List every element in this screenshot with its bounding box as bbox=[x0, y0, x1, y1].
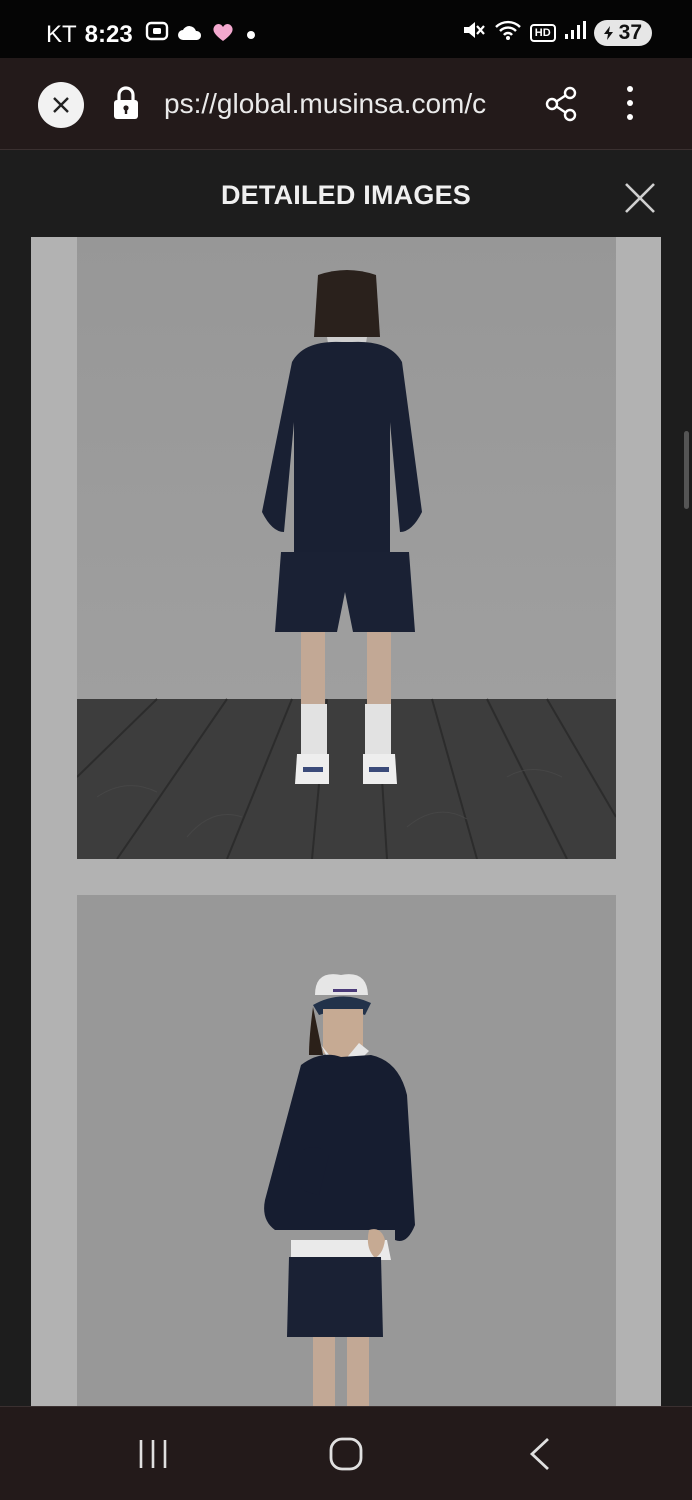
close-icon bbox=[625, 183, 655, 213]
dot-icon bbox=[243, 21, 259, 49]
scrollbar-thumb[interactable] bbox=[684, 431, 689, 509]
clock-time: 8:23 bbox=[84, 20, 133, 48]
cloud-icon bbox=[177, 21, 203, 49]
more-vert-icon[interactable] bbox=[620, 86, 640, 124]
status-right: HD 37 bbox=[462, 19, 652, 47]
wifi-icon bbox=[494, 19, 522, 47]
modal-title: DETAILED IMAGES bbox=[220, 180, 471, 210]
close-icon bbox=[53, 97, 69, 113]
close-tab-button[interactable] bbox=[38, 82, 84, 128]
home-icon bbox=[329, 1437, 363, 1471]
modal-header: DETAILED IMAGES bbox=[0, 151, 692, 237]
detailed-images-panel[interactable] bbox=[31, 237, 661, 1406]
lock-icon[interactable] bbox=[112, 85, 140, 126]
address-bar-url[interactable]: ps://global.musinsa.com/c bbox=[164, 88, 516, 120]
browser-toolbar: ps://global.musinsa.com/c bbox=[0, 58, 692, 150]
status-bar: KT 8:23 HD 37 bbox=[0, 0, 692, 58]
screen-record-icon bbox=[145, 20, 169, 49]
product-image-1[interactable] bbox=[77, 237, 616, 859]
recent-apps-icon bbox=[139, 1440, 167, 1468]
back-icon bbox=[529, 1437, 549, 1471]
status-left: KT 8:23 bbox=[46, 20, 267, 49]
product-image-2[interactable] bbox=[77, 895, 616, 1406]
hd-badge: HD bbox=[529, 24, 556, 42]
recent-apps-button[interactable] bbox=[136, 1437, 170, 1476]
battery-level: 37 bbox=[618, 21, 642, 44]
signal-icon bbox=[564, 20, 586, 46]
heart-icon bbox=[211, 21, 235, 49]
carrier-label: KT bbox=[46, 20, 77, 48]
mute-icon bbox=[462, 19, 486, 47]
home-button[interactable] bbox=[328, 1437, 364, 1476]
system-nav-bar bbox=[0, 1406, 692, 1500]
share-icon bbox=[545, 86, 577, 122]
share-button[interactable] bbox=[544, 86, 578, 127]
modal-close-button[interactable] bbox=[622, 180, 658, 221]
back-button[interactable] bbox=[526, 1437, 554, 1476]
battery-icon: 37 bbox=[593, 20, 652, 46]
